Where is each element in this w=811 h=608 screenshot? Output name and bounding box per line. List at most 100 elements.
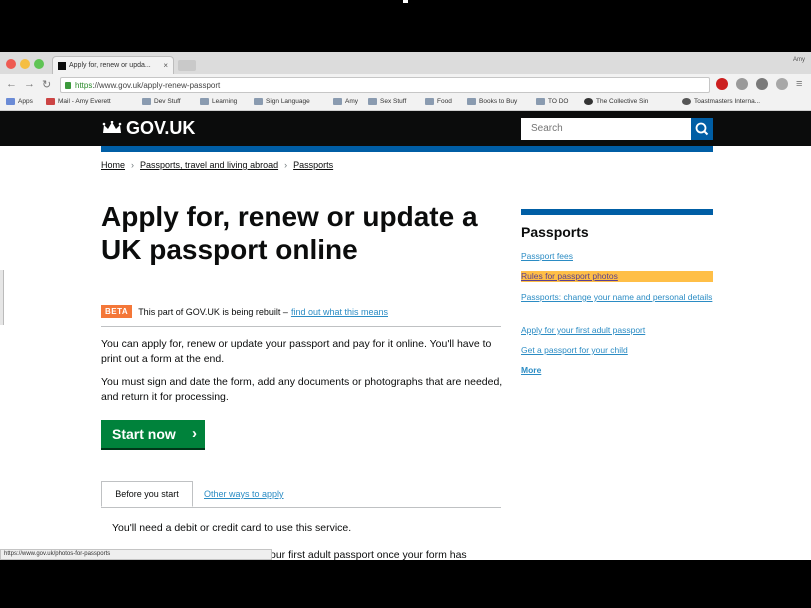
tab-bar: Apply for, renew or upda... × Amy: [0, 52, 811, 74]
extension-icon-2[interactable]: [776, 78, 788, 90]
minimize-window-icon[interactable]: [20, 59, 30, 69]
bookmark-label: Amy: [345, 98, 358, 105]
url-bar[interactable]: https://www.gov.uk/apply-renew-passport: [60, 77, 710, 93]
bookmark-label: Books to Buy: [479, 98, 518, 105]
sidebar-title: Passports: [521, 224, 589, 240]
tab-other-ways-to-apply[interactable]: Other ways to apply: [204, 481, 284, 507]
apps-icon: [6, 98, 15, 105]
video-letterbox-bottom: [0, 560, 811, 608]
sidebar-link-first-adult-passport[interactable]: Apply for your first adult passport: [521, 325, 713, 336]
folder-icon: [333, 98, 342, 105]
bookmark-label: The Collective Sin: [596, 98, 649, 105]
search-button[interactable]: [691, 118, 713, 140]
breadcrumb-separator: ›: [284, 160, 288, 170]
bookmark-folder[interactable]: Sign Language: [254, 98, 310, 105]
header-blue-bar: [101, 146, 713, 152]
mail-icon: [46, 98, 55, 105]
bookmark-folder[interactable]: Food: [425, 98, 452, 105]
beta-banner: BETA This part of GOV.UK is being rebuil…: [101, 305, 388, 318]
bookmark-label: Sex Stuff: [380, 98, 407, 105]
beta-tag: BETA: [101, 305, 133, 318]
bookmark-mail[interactable]: Mail - Amy Everett: [46, 98, 111, 105]
start-now-label: Start now: [112, 426, 176, 442]
beta-link[interactable]: find out what this means: [291, 307, 388, 317]
tab-close-icon[interactable]: ×: [163, 57, 168, 74]
bookmark-label: Sign Language: [266, 98, 310, 105]
url-path: ://www.gov.uk/apply-renew-passport: [92, 81, 221, 90]
sidebar-more-link[interactable]: More: [521, 365, 541, 375]
bookmark-folder[interactable]: Books to Buy: [467, 98, 517, 105]
url-scheme: https: [75, 81, 93, 90]
breadcrumb-passports[interactable]: Passports: [293, 160, 333, 170]
breadcrumb-home[interactable]: Home: [101, 160, 125, 170]
new-tab-button[interactable]: [178, 60, 196, 71]
folder-icon: [467, 98, 476, 105]
instructions-paragraph: You must sign and date the form, add any…: [101, 376, 503, 403]
bookmark-label: Toastmasters Interna...: [694, 98, 761, 105]
forward-icon[interactable]: →: [24, 78, 35, 90]
folder-icon: [254, 98, 263, 105]
chevron-right-icon: ›: [192, 425, 197, 442]
folder-icon: [425, 98, 434, 105]
bookmark-folder[interactable]: Sex Stuff: [368, 98, 406, 105]
tab-title: Apply for, renew or upda...: [69, 62, 151, 69]
sidebar-link-passport-photos[interactable]: Rules for passport photos: [521, 271, 713, 282]
reload-icon[interactable]: ↻: [42, 78, 51, 91]
govuk-header: GOV.UK: [0, 111, 811, 146]
breadcrumb-travel[interactable]: Passports, travel and living abroad: [140, 160, 278, 170]
sidebar-top-bar: [521, 209, 713, 215]
site-icon: [682, 98, 691, 105]
folder-icon: [536, 98, 545, 105]
sidebar-link-change-name[interactable]: Passports: change your name and personal…: [521, 292, 713, 303]
folder-icon: [200, 98, 209, 105]
site-icon: [584, 98, 593, 105]
folder-icon: [142, 98, 151, 105]
video-letterbox-top: [0, 0, 811, 52]
bookmark-label: Apps: [18, 98, 33, 105]
sidebar-link-child-passport[interactable]: Get a passport for your child: [521, 345, 713, 356]
beta-divider: [101, 326, 501, 327]
bookmark-apps[interactable]: Apps: [6, 98, 33, 105]
maximize-window-icon[interactable]: [34, 59, 44, 69]
tab-content-line-partial: our first adult passport once your form …: [270, 549, 467, 560]
side-edge-tab: [0, 270, 4, 325]
bookmark-label: TO DO: [548, 98, 569, 105]
bookmarks-bar: Apps Mail - Amy Everett Dev Stuff Learni…: [0, 96, 811, 111]
bookmark-folder[interactable]: TO DO: [536, 98, 568, 105]
search-input[interactable]: [521, 118, 691, 140]
close-window-icon[interactable]: [6, 59, 16, 69]
page-title: Apply for, renew or update a UK passport…: [101, 201, 478, 265]
back-icon[interactable]: ←: [6, 78, 17, 90]
breadcrumb: Home › Passports, travel and living abroad…: [101, 160, 333, 170]
menu-icon[interactable]: ≡: [796, 78, 802, 90]
start-now-button[interactable]: Start now ›: [101, 420, 205, 448]
govuk-favicon-icon: [58, 62, 66, 70]
bookmark-label: Mail - Amy Everett: [58, 98, 111, 105]
info-tabs: Before you start Other ways to apply: [101, 481, 501, 508]
intro-paragraph: You can apply for, renew or update your …: [101, 338, 492, 365]
profile-name[interactable]: Amy: [793, 57, 805, 63]
govuk-logo[interactable]: GOV.UK: [126, 118, 195, 139]
link-status-bar: https://www.gov.uk/photos-for-passports: [0, 549, 272, 560]
lock-icon: [65, 82, 71, 89]
beta-text: This part of GOV.UK is being rebuilt –: [138, 306, 288, 317]
folder-icon: [368, 98, 377, 105]
address-toolbar: ← → ↻ https://www.gov.uk/apply-renew-pas…: [0, 74, 811, 97]
tab-content-line: You'll need a debit or credit card to us…: [112, 522, 352, 534]
bookmark-folder[interactable]: Dev Stuff: [142, 98, 181, 105]
opera-extension-icon[interactable]: [716, 78, 728, 90]
bookmark-folder[interactable]: Amy: [333, 98, 358, 105]
breadcrumb-separator: ›: [131, 160, 135, 170]
tools-extension-icon[interactable]: [736, 78, 748, 90]
tab-before-you-start[interactable]: Before you start: [101, 481, 193, 507]
sidebar-link-passport-fees[interactable]: Passport fees: [521, 251, 713, 262]
bookmark-label: Learning: [212, 98, 238, 105]
bookmark-label: Dev Stuff: [154, 98, 181, 105]
bookmark-link[interactable]: Toastmasters Interna...: [682, 98, 760, 105]
bookmark-folder[interactable]: Learning: [200, 98, 237, 105]
browser-tab[interactable]: Apply for, renew or upda... ×: [52, 56, 174, 74]
bookmark-label: Food: [437, 98, 452, 105]
letterbox-mark: [403, 0, 408, 3]
bookmark-link[interactable]: The Collective Sin: [584, 98, 648, 105]
extension-icon[interactable]: [756, 78, 768, 90]
